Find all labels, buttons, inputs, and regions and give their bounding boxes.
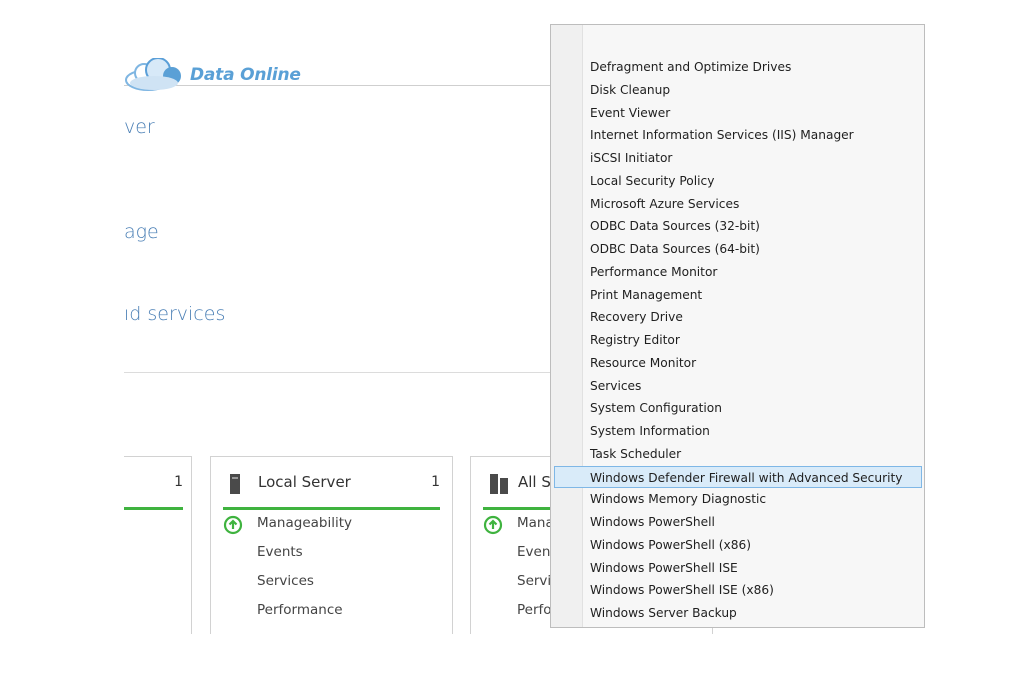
tile-title: Local Server: [258, 473, 351, 491]
menu-item[interactable]: Print Management: [551, 284, 924, 307]
tile-row-manageability[interactable]: Manageability: [257, 515, 352, 531]
menu-item-label: Windows Defender Firewall with Advanced …: [590, 470, 903, 485]
tile-count: 1: [431, 474, 440, 490]
brand-logo: Data Online: [124, 58, 301, 92]
menu-item-label: Internet Information Services (IIS) Mana…: [590, 128, 854, 143]
tile-row-events[interactable]: Events: [257, 544, 303, 560]
tile-header: 1: [124, 469, 183, 510]
menu-item-label: Services: [590, 378, 642, 393]
menu-item-label: Recovery Drive: [590, 310, 683, 325]
menu-item[interactable]: Disk Cleanup: [551, 79, 924, 102]
menu-item-label: Windows PowerShell ISE (x86): [590, 583, 774, 598]
tile-row-performance[interactable]: Performance: [257, 602, 343, 618]
tools-menu: Defragment and Optimize Drives Disk Clean…: [550, 24, 925, 628]
menu-item-label: Windows Memory Diagnostic: [590, 492, 767, 507]
menu-item[interactable]: Windows Memory Diagnostic: [551, 488, 924, 511]
logo-text: Data Online: [190, 65, 301, 85]
menu-item-label: ODBC Data Sources (32-bit): [590, 219, 760, 234]
menu-item[interactable]: System Information: [551, 420, 924, 443]
menu-item[interactable]: Windows PowerShell (x86): [551, 534, 924, 557]
menu-item[interactable]: Resource Monitor: [551, 352, 924, 375]
tile-row-performance[interactable]: Perfo: [517, 602, 552, 618]
dashboard-link-cloud-services[interactable]: ıd services: [124, 303, 225, 325]
menu-item-label: Task Scheduler: [590, 446, 682, 461]
menu-item[interactable]: Windows Server Backup: [551, 602, 924, 625]
menu-item-label: Windows Server Backup: [590, 606, 737, 620]
menu-item-label: Disk Cleanup: [590, 82, 671, 97]
dashboard-link-manage[interactable]: age: [124, 221, 159, 243]
menu-item-label: Windows PowerShell: [590, 515, 715, 529]
menu-item[interactable]: Local Security Policy: [551, 170, 924, 193]
menu-item[interactable]: Windows Defender Firewall with Advanced …: [554, 465, 922, 489]
menu-item[interactable]: iSCSI Initiator: [551, 147, 924, 170]
menu-item[interactable]: System Configuration: [551, 397, 924, 420]
menu-item-label: iSCSI Initiator: [590, 151, 673, 165]
menu-item-label: Windows PowerShell (x86): [590, 537, 751, 552]
menu-item[interactable]: Services: [551, 375, 924, 398]
menu-item[interactable]: Microsoft Azure Services: [551, 193, 924, 216]
menu-item[interactable]: Performance Monitor: [551, 261, 924, 284]
menu-item[interactable]: Windows PowerShell: [551, 511, 924, 534]
tile-row-services[interactable]: Servi: [517, 573, 551, 589]
menu-item-label: Microsoft Azure Services: [590, 196, 740, 211]
menu-item[interactable]: Event Viewer: [551, 102, 924, 125]
menu-item-label: Local Security Policy: [590, 173, 715, 188]
menu-item[interactable]: Registry Editor: [551, 329, 924, 352]
tile-row-manageability[interactable]: Mana: [517, 515, 554, 531]
status-ok-icon: [483, 515, 503, 535]
menu-item[interactable]: Internet Information Services (IIS) Mana…: [551, 124, 924, 147]
menu-item-label: Performance Monitor: [590, 264, 718, 279]
tile-local-server[interactable]: Local Server 1 Manageability Events Serv…: [210, 456, 453, 634]
status-ok-icon: [223, 515, 243, 535]
menu-item-label: Resource Monitor: [590, 355, 697, 370]
tile-row-services[interactable]: Services: [257, 573, 314, 589]
menu-item-label: Registry Editor: [590, 333, 680, 347]
server-icon: [230, 474, 240, 494]
tile-header: Local Server 1: [223, 469, 440, 510]
cloud-icon: [125, 58, 181, 91]
menu-item-label: ODBC Data Sources (64-bit): [590, 242, 760, 256]
menu-item[interactable]: ODBC Data Sources (64-bit): [551, 238, 924, 261]
menu-item-label: Defragment and Optimize Drives: [590, 60, 792, 74]
tile-row-events[interactable]: Even: [517, 544, 550, 560]
menu-item[interactable]: Defragment and Optimize Drives: [551, 56, 924, 79]
menu-item-label: Windows PowerShell ISE: [590, 560, 738, 575]
menu-item[interactable]: ODBC Data Sources (32-bit): [551, 215, 924, 238]
tile-title: All S: [518, 473, 551, 491]
menu-item[interactable]: Windows PowerShell ISE (x86): [551, 579, 924, 602]
menu-item-label: System Information: [590, 424, 710, 438]
tile-partial[interactable]: 1: [124, 456, 192, 634]
menu-item-label: System Configuration: [590, 401, 722, 416]
menu-item-label: Event Viewer: [590, 105, 671, 120]
tile-count: 1: [174, 474, 183, 490]
servers-icon: [490, 474, 508, 494]
menu-item[interactable]: Task Scheduler: [551, 443, 924, 466]
dashboard-link-server[interactable]: ver: [124, 116, 155, 138]
menu-item-label: Print Management: [590, 287, 703, 302]
menu-item[interactable]: Windows PowerShell ISE: [551, 557, 924, 580]
menu-item[interactable]: Recovery Drive: [551, 306, 924, 329]
